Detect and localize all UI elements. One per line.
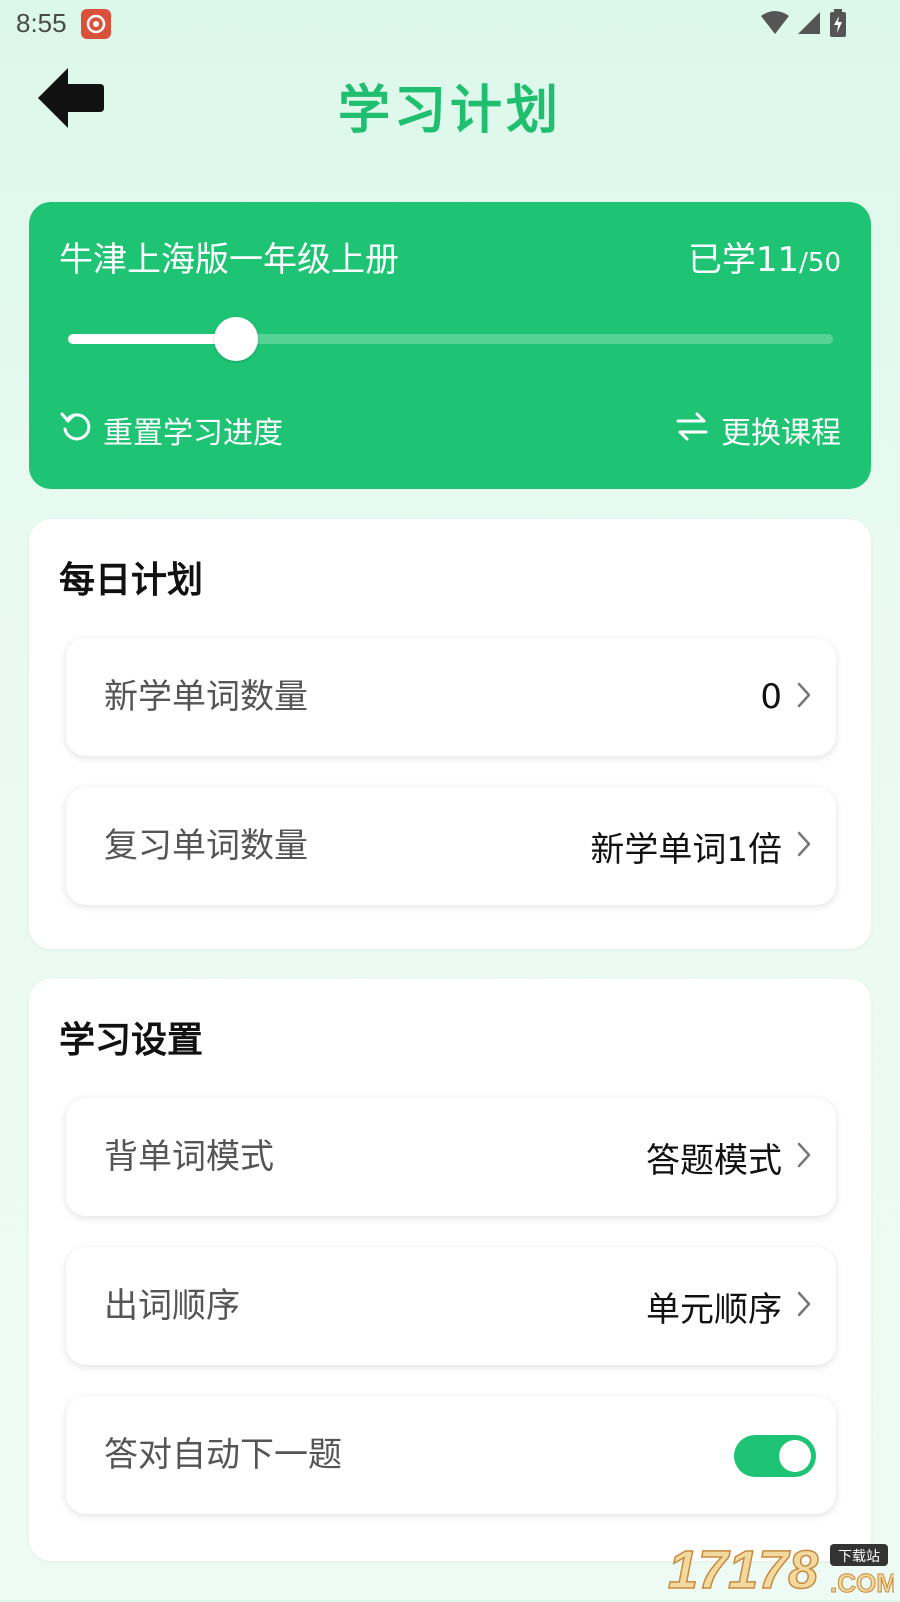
auto-next-toggle[interactable] bbox=[734, 1435, 816, 1477]
new-words-count-row[interactable]: 新学单词数量 0 bbox=[66, 638, 836, 756]
progress-slider[interactable] bbox=[68, 317, 833, 361]
course-progress-learned: 已学11 bbox=[687, 240, 800, 280]
row-label: 复习单词数量 bbox=[104, 826, 308, 866]
word-order-row[interactable]: 出词顺序 单元顺序 bbox=[66, 1247, 836, 1365]
notification-app-icon bbox=[81, 9, 111, 39]
study-settings-title: 学习设置 bbox=[59, 1020, 204, 1061]
review-words-count-row[interactable]: 复习单词数量 新学单词1倍 bbox=[66, 787, 836, 905]
battery-icon bbox=[828, 8, 848, 42]
page-title: 学习计划 bbox=[337, 81, 562, 141]
row-value: 0 bbox=[760, 677, 782, 717]
memorize-mode-row[interactable]: 背单词模式 答题模式 bbox=[66, 1098, 836, 1216]
course-progress-total: /50 bbox=[799, 248, 841, 278]
study-settings-card: 学习设置 背单词模式 答题模式 出词顺序 单元顺序 答对自动下一题 bbox=[29, 979, 871, 1561]
progress-slider-fill bbox=[68, 334, 236, 344]
daily-plan-title: 每日计划 bbox=[59, 560, 204, 601]
daily-plan-card: 每日计划 新学单词数量 0 复习单词数量 新学单词1倍 bbox=[29, 519, 871, 949]
signal-icon bbox=[796, 10, 822, 40]
swap-icon bbox=[675, 411, 709, 449]
chevron-right-icon bbox=[796, 830, 812, 862]
progress-slider-thumb[interactable] bbox=[214, 317, 258, 361]
wifi-icon bbox=[760, 10, 790, 40]
refresh-icon bbox=[59, 409, 93, 451]
row-label: 答对自动下一题 bbox=[104, 1435, 342, 1475]
svg-text:17178: 17178 bbox=[668, 1540, 818, 1598]
chevron-right-icon bbox=[796, 681, 812, 713]
chevron-right-icon bbox=[796, 1141, 812, 1173]
status-icons bbox=[760, 8, 848, 42]
reset-progress-button[interactable]: 重置学习进度 bbox=[59, 408, 283, 452]
toggle-knob bbox=[779, 1440, 811, 1472]
auto-next-row: 答对自动下一题 bbox=[66, 1396, 836, 1514]
row-label: 背单词模式 bbox=[104, 1137, 274, 1177]
row-label: 出词顺序 bbox=[104, 1286, 240, 1326]
course-progress: 已学11 /50 bbox=[688, 232, 841, 281]
svg-text:下载站: 下载站 bbox=[838, 1549, 880, 1565]
status-bar: 8:55 bbox=[0, 0, 900, 48]
row-value: 单元顺序 bbox=[646, 1289, 782, 1330]
row-value: 新学单词1倍 bbox=[590, 829, 782, 870]
status-time: 8:55 bbox=[16, 8, 67, 38]
site-watermark: 17178 下载站 .COM bbox=[664, 1538, 898, 1601]
course-name: 牛津上海版一年级上册 bbox=[59, 240, 399, 280]
chevron-right-icon bbox=[796, 1290, 812, 1322]
svg-text:.COM: .COM bbox=[830, 1568, 894, 1598]
switch-course-button[interactable]: 更换课程 bbox=[675, 408, 841, 452]
row-value: 答题模式 bbox=[646, 1140, 782, 1181]
course-card: 牛津上海版一年级上册 已学11 /50 重置学习进度 更换课程 bbox=[29, 202, 871, 489]
reset-progress-label: 重置学习进度 bbox=[103, 416, 283, 451]
row-label: 新学单词数量 bbox=[104, 677, 308, 717]
switch-course-label: 更换课程 bbox=[721, 416, 841, 451]
